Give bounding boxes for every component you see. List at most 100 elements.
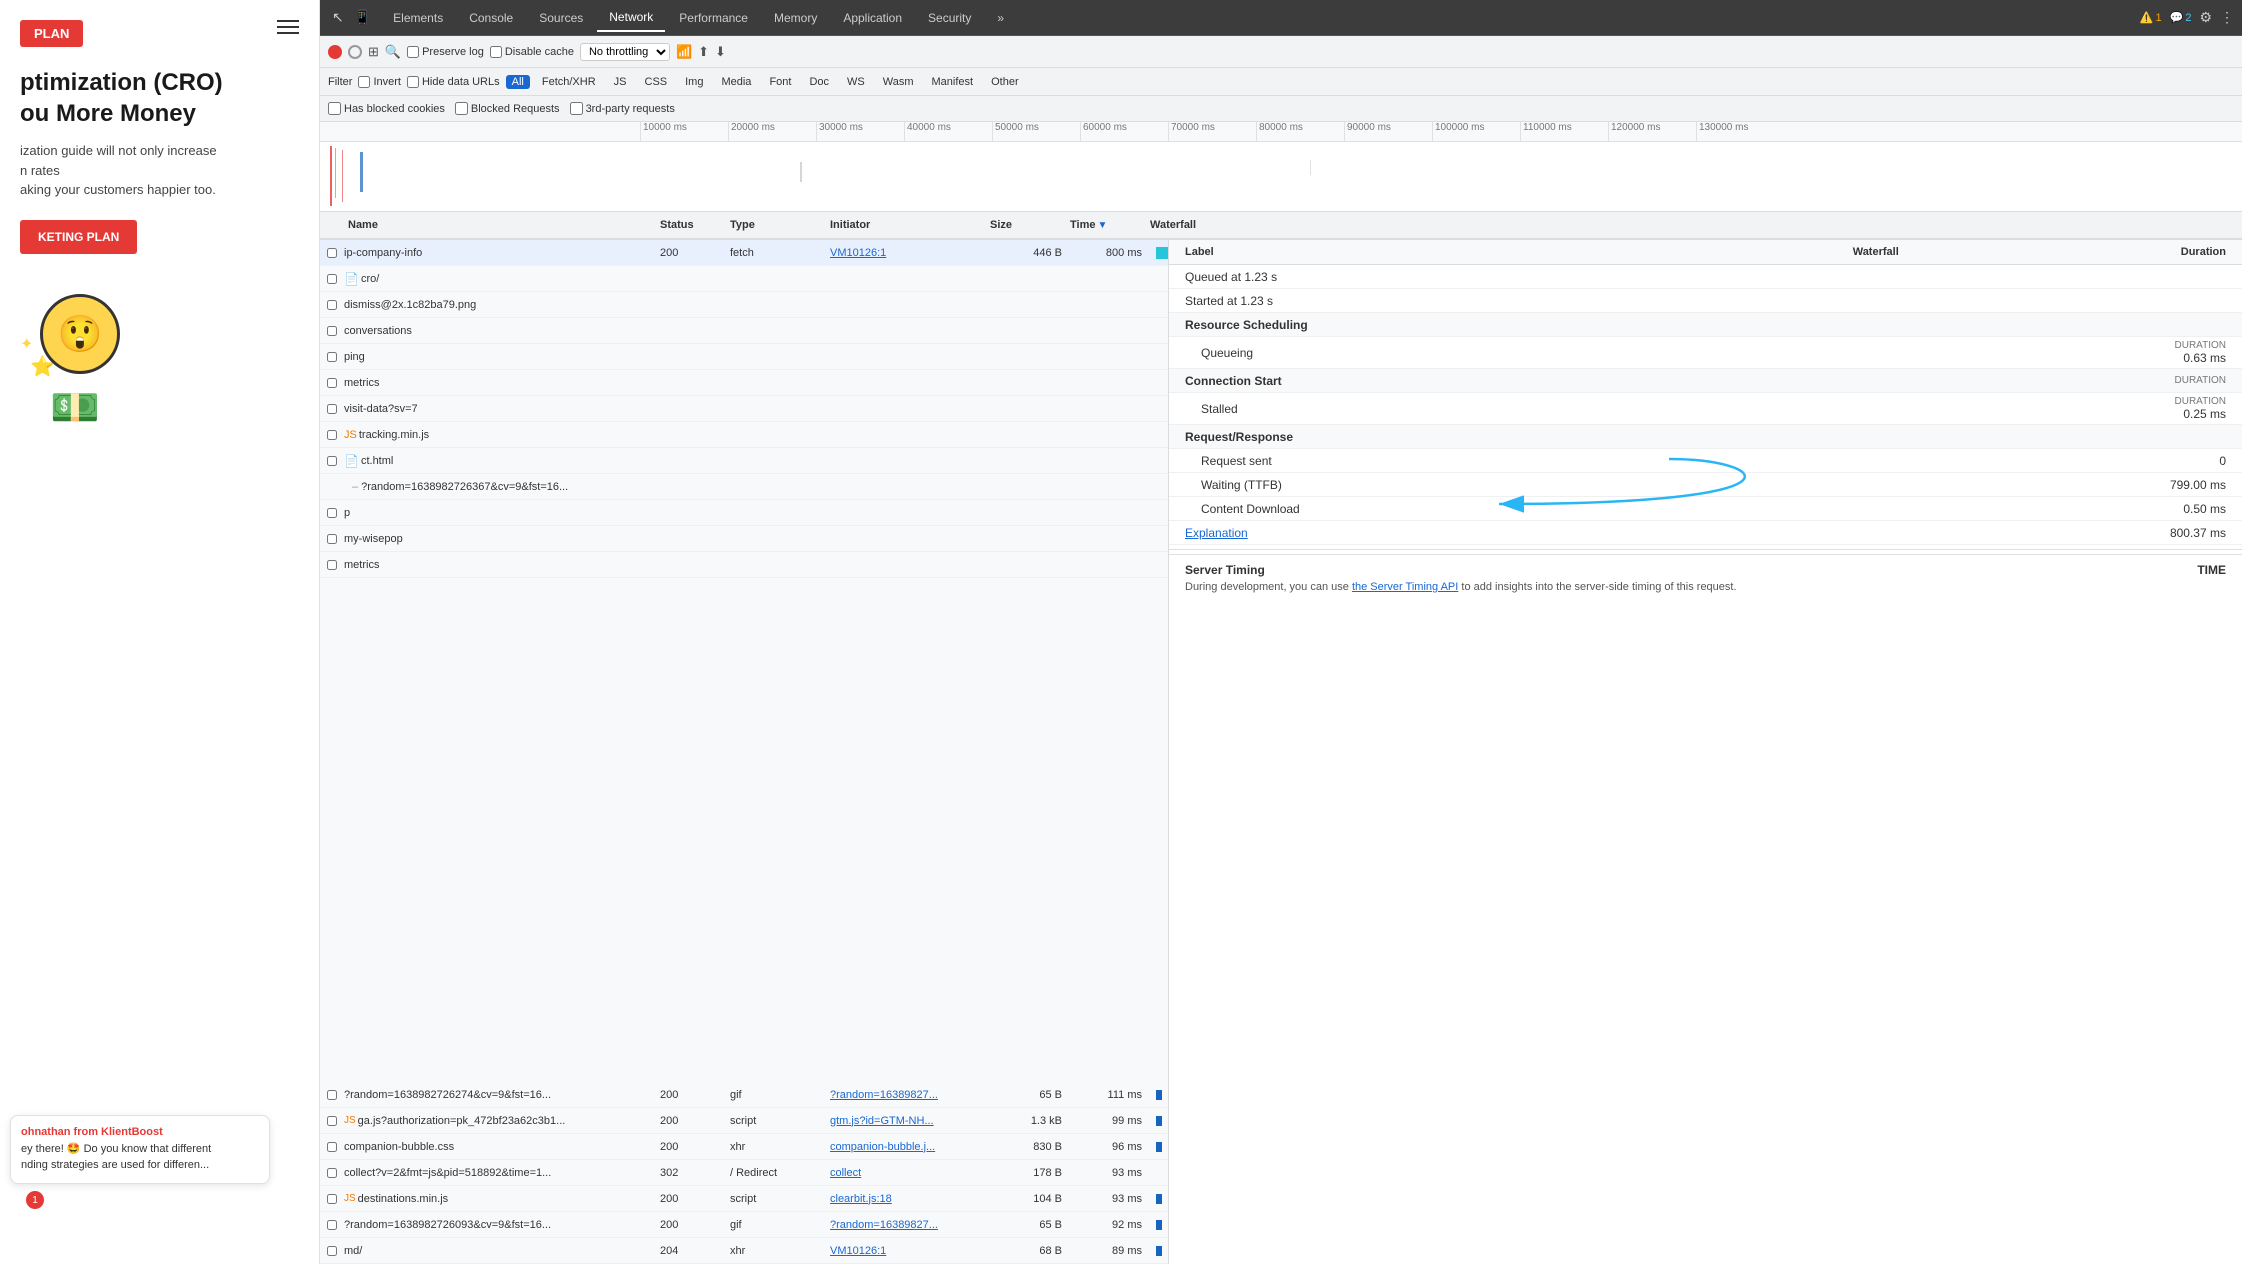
row-checkbox[interactable] (327, 326, 337, 336)
lower-row-destinations[interactable]: JSdestinations.min.js 200 script clearbi… (320, 1186, 1168, 1212)
cta-button[interactable]: KETING PLAN (20, 220, 137, 254)
lower-row-md[interactable]: md/ 204 xhr VM10126:1 68 B 89 ms (320, 1238, 1168, 1264)
row-checkbox[interactable] (327, 1220, 337, 1230)
disable-cache-checkbox[interactable] (490, 46, 502, 58)
third-party-label[interactable]: 3rd-party requests (570, 102, 675, 115)
disable-cache-label[interactable]: Disable cache (490, 46, 574, 58)
file-row-random1[interactable]: –?random=1638982726367&cv=9&fst=16... (320, 474, 1168, 500)
tab-elements[interactable]: Elements (381, 5, 455, 31)
filter-font[interactable]: Font (763, 75, 797, 89)
file-row-p[interactable]: p (320, 500, 1168, 526)
cursor-icon[interactable]: ↖ (328, 7, 348, 28)
lower-row-collect[interactable]: collect?v=2&fmt=js&pid=518892&time=1... … (320, 1160, 1168, 1186)
file-row-wisepop[interactable]: my-wisepop (320, 526, 1168, 552)
file-row-ip-company-info[interactable]: ip-company-info 200 fetch VM10126:1 446 … (320, 240, 1168, 266)
row-checkbox[interactable] (327, 1116, 337, 1126)
tab-sources[interactable]: Sources (527, 5, 595, 31)
settings-icon[interactable]: ⚙ (2199, 9, 2212, 26)
filter-media[interactable]: Media (715, 75, 757, 89)
file-name-ping: ping (344, 351, 660, 363)
has-blocked-cookies-label[interactable]: Has blocked cookies (328, 102, 445, 115)
filter-js[interactable]: JS (608, 75, 633, 89)
file-row-metrics2[interactable]: metrics (320, 552, 1168, 578)
lower-row-random3[interactable]: ?random=1638982726093&cv=9&fst=16... 200… (320, 1212, 1168, 1238)
row-checkbox[interactable] (327, 508, 337, 518)
filter-doc[interactable]: Doc (803, 75, 835, 89)
row-checkbox[interactable] (327, 1194, 337, 1204)
filter-wasm[interactable]: Wasm (877, 75, 920, 89)
row-checkbox[interactable] (327, 456, 337, 466)
tab-console[interactable]: Console (457, 5, 525, 31)
file-row-metrics[interactable]: metrics (320, 370, 1168, 396)
search-icon[interactable]: 🔍 (385, 44, 401, 60)
download-icon[interactable]: ⬇ (715, 44, 726, 60)
row-checkbox[interactable] (327, 1090, 337, 1100)
filter-ws[interactable]: WS (841, 75, 871, 89)
row-checkbox[interactable] (327, 430, 337, 440)
file-row-conversations[interactable]: conversations (320, 318, 1168, 344)
file-row-cro[interactable]: 📄cro/ (320, 266, 1168, 292)
lr-type-redirect: / Redirect (730, 1167, 830, 1179)
timing-label-connection: Connection Start (1185, 374, 1646, 388)
filter-fetch-xhr[interactable]: Fetch/XHR (536, 75, 602, 89)
plan-badge[interactable]: PLAN (20, 20, 83, 47)
info-badge[interactable]: 💬 2 (2170, 11, 2192, 24)
stop-button[interactable] (348, 45, 362, 59)
invert-label[interactable]: Invert (358, 76, 401, 88)
chat-bubble[interactable]: ohnathan from KlientBoost ey there! 🤩 Do… (10, 1115, 270, 1184)
blocked-requests-label[interactable]: Blocked Requests (455, 102, 560, 115)
timeline-area[interactable]: 10000 ms 20000 ms 30000 ms 40000 ms 5000… (320, 122, 2242, 212)
more-icon[interactable]: ⋮ (2220, 9, 2234, 26)
tab-security[interactable]: Security (916, 5, 983, 31)
tab-more[interactable]: » (985, 5, 1016, 31)
row-checkbox[interactable] (327, 1246, 337, 1256)
throttle-select[interactable]: No throttling (580, 43, 670, 61)
lr-waterfall-b (1150, 1116, 1168, 1126)
filter-icon[interactable]: ⊞ (368, 44, 379, 60)
row-checkbox[interactable] (327, 352, 337, 362)
third-party-checkbox[interactable] (570, 102, 583, 115)
row-checkbox[interactable] (327, 534, 337, 544)
filter-css[interactable]: CSS (639, 75, 674, 89)
preserve-log-checkbox[interactable] (407, 46, 419, 58)
file-row-visit-data[interactable]: visit-data?sv=7 (320, 396, 1168, 422)
device-icon[interactable]: 📱 (350, 7, 375, 28)
preserve-log-label[interactable]: Preserve log (407, 46, 484, 58)
page-headline: ptimization (CRO) ou More Money (20, 67, 299, 129)
row-checkbox[interactable] (327, 300, 337, 310)
lower-row-gajs[interactable]: JSga.js?authorization=pk_472bf23a62c3b1.… (320, 1108, 1168, 1134)
file-row-dismiss[interactable]: dismiss@2x.1c82ba79.png (320, 292, 1168, 318)
blocked-requests-checkbox[interactable] (455, 102, 468, 115)
filter-all[interactable]: All (506, 75, 530, 89)
tab-performance[interactable]: Performance (667, 5, 760, 31)
hamburger-menu[interactable] (277, 20, 299, 34)
lower-row-random2[interactable]: ?random=1638982726274&cv=9&fst=16... 200… (320, 1082, 1168, 1108)
hide-data-urls-label[interactable]: Hide data URLs (407, 76, 500, 88)
lower-row-companion[interactable]: companion-bubble.css 200 xhr companion-b… (320, 1134, 1168, 1160)
row-checkbox[interactable] (327, 248, 337, 258)
hide-data-urls-checkbox[interactable] (407, 76, 419, 88)
tab-network[interactable]: Network (597, 4, 665, 32)
tab-memory[interactable]: Memory (762, 5, 829, 31)
filter-img[interactable]: Img (679, 75, 709, 89)
file-row-cthtml[interactable]: 📄ct.html (320, 448, 1168, 474)
warning-badge[interactable]: ⚠️ 1 (2140, 11, 2162, 24)
row-checkbox[interactable] (327, 560, 337, 570)
file-row-tracking[interactable]: JStracking.min.js (320, 422, 1168, 448)
row-checkbox[interactable] (327, 1168, 337, 1178)
timing-label-explanation[interactable]: Explanation (1185, 526, 1646, 540)
filter-other[interactable]: Other (985, 75, 1025, 89)
tab-application[interactable]: Application (831, 5, 914, 31)
filter-manifest[interactable]: Manifest (926, 75, 980, 89)
record-button[interactable] (328, 45, 342, 59)
row-checkbox[interactable] (327, 274, 337, 284)
upload-icon[interactable]: ⬆ (698, 44, 709, 60)
has-blocked-cookies-checkbox[interactable] (328, 102, 341, 115)
row-checkbox[interactable] (327, 378, 337, 388)
row-checkbox[interactable] (327, 404, 337, 414)
server-timing-api-link[interactable]: the Server Timing API (1352, 581, 1458, 593)
timing-row-explanation[interactable]: Explanation 800.37 ms (1169, 521, 2242, 545)
file-row-ping[interactable]: ping (320, 344, 1168, 370)
row-checkbox[interactable] (327, 1142, 337, 1152)
invert-checkbox[interactable] (358, 76, 370, 88)
